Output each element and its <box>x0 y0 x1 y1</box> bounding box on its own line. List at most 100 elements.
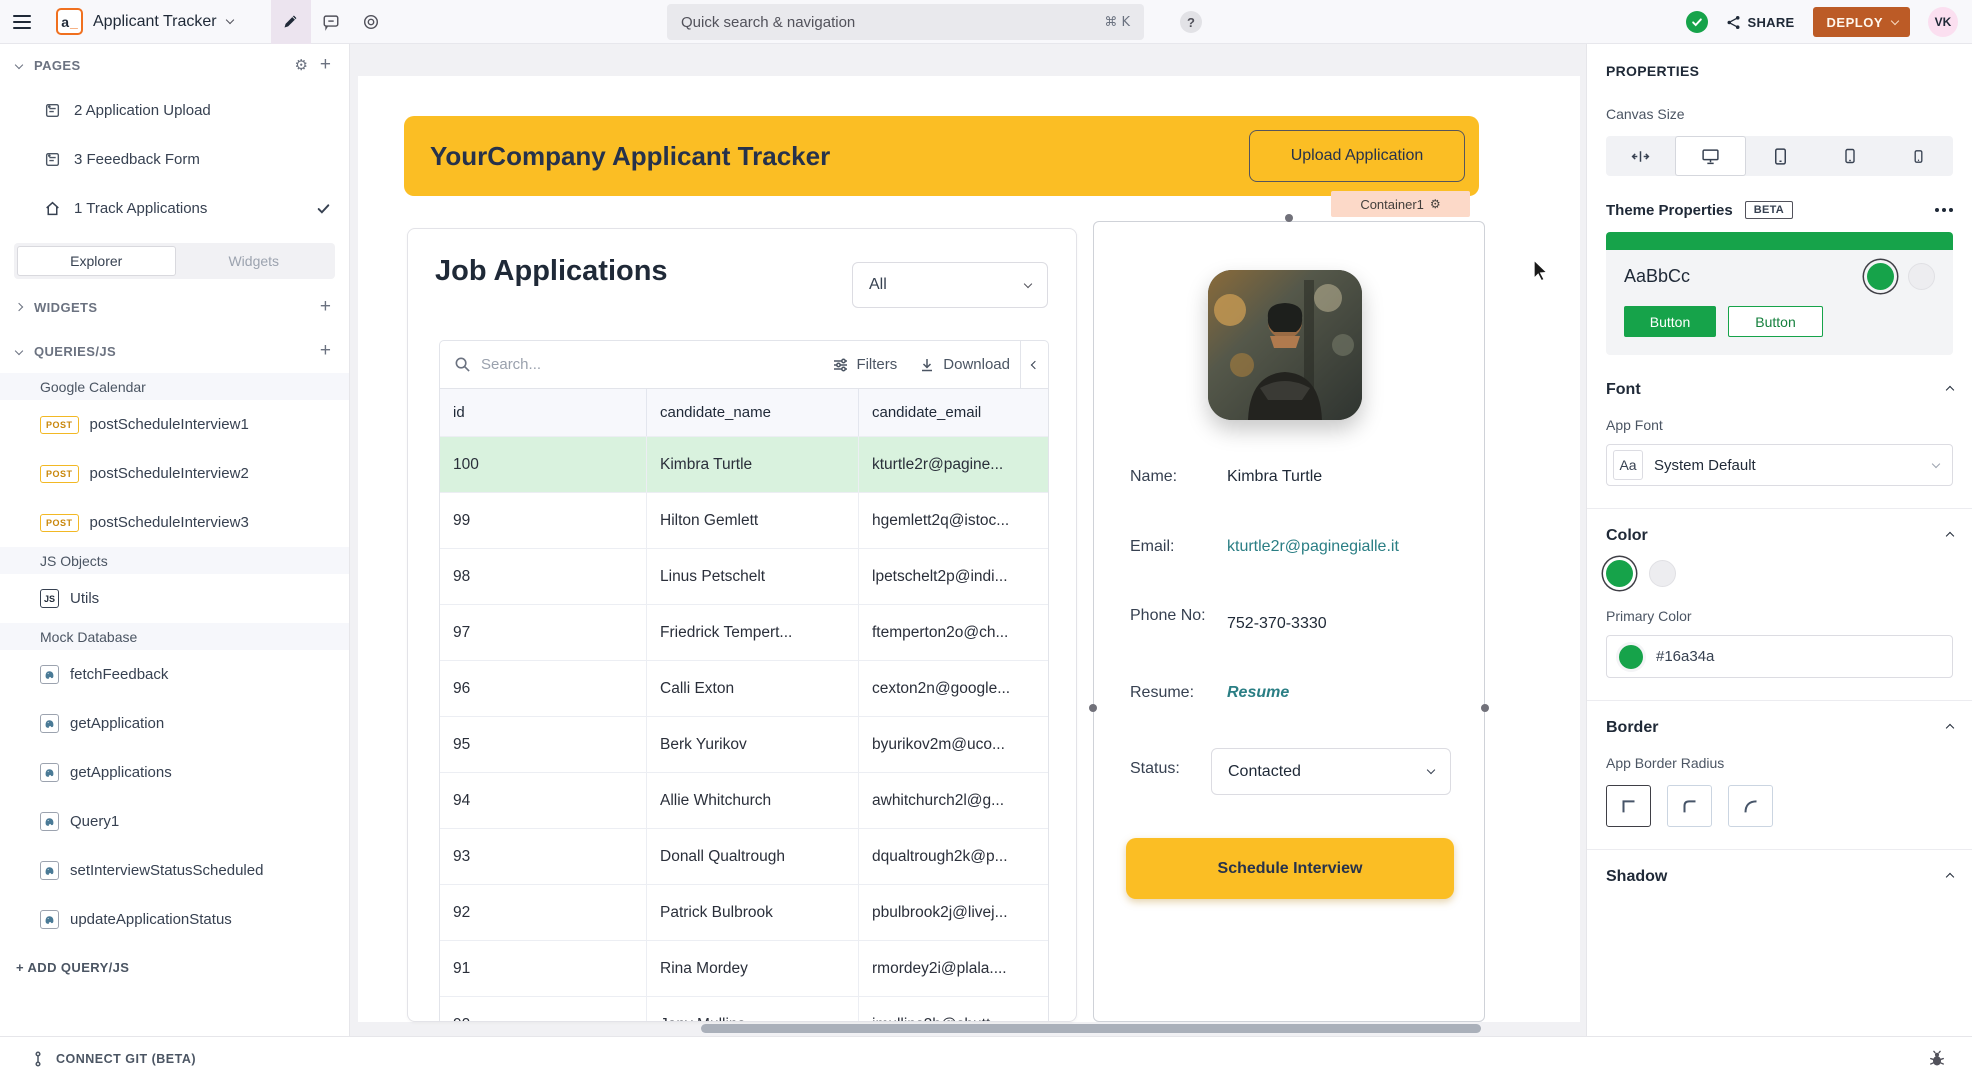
share-button[interactable]: SHARE <box>1726 15 1795 30</box>
border-radius-label: App Border Radius <box>1606 755 1953 771</box>
postgres-icon <box>43 864 56 877</box>
border-radius-round-option[interactable] <box>1728 785 1773 827</box>
download-button[interactable]: Download <box>919 356 1010 373</box>
tablet-large-option[interactable] <box>1746 136 1815 176</box>
desktop-option[interactable] <box>1675 136 1746 176</box>
table-row[interactable]: 91Rina Mordeyrmordey2i@plala.... <box>440 940 1048 996</box>
widget-name-tag[interactable]: Container1 ⚙ <box>1331 191 1470 217</box>
email-link[interactable]: kturtle2r@paginegialle.it <box>1227 538 1399 556</box>
column-header-candidate-email[interactable]: candidate_email <box>859 389 1048 436</box>
header-banner-container[interactable]: YourCompany Applicant Tracker Upload App… <box>404 116 1479 196</box>
status-select[interactable]: Contacted <box>1211 748 1451 795</box>
horizontal-scrollbar[interactable] <box>701 1024 1481 1033</box>
query-item[interactable]: Query1 <box>0 797 349 846</box>
phone-option[interactable] <box>1884 136 1953 176</box>
query-item[interactable]: getApplication <box>0 699 349 748</box>
border-section-header[interactable]: Border <box>1606 719 1953 737</box>
table-row[interactable]: 90Jany Mullinsjmullins2h@shutt... <box>440 996 1048 1021</box>
primary-color-label: Primary Color <box>1606 608 1953 624</box>
query-label: getApplications <box>70 764 172 781</box>
table-row[interactable]: 96Calli Extoncexton2n@google... <box>440 660 1048 716</box>
query-item[interactable]: getApplications <box>0 748 349 797</box>
theme-preview-card[interactable]: AaBbCc Button Button <box>1606 232 1953 355</box>
column-header-candidate-name[interactable]: candidate_name <box>647 389 859 436</box>
collapse-panel-button[interactable] <box>1020 341 1048 388</box>
gear-icon[interactable]: ⚙ <box>1430 197 1441 211</box>
table-row[interactable]: 100Kimbra Turtlekturtle2r@pagine... <box>440 436 1048 492</box>
font-section-header[interactable]: Font <box>1606 381 1953 399</box>
deploy-button[interactable]: DEPLOY <box>1813 7 1910 37</box>
sidebar-page-item[interactable]: 3 Feeedback Form <box>0 135 349 184</box>
view-mode-button[interactable] <box>351 0 391 44</box>
add-widget-button[interactable]: + <box>320 296 331 318</box>
more-menu-icon[interactable] <box>1935 208 1953 212</box>
table-row[interactable]: 97Friedrick Tempert...ftemperton2o@ch... <box>440 604 1048 660</box>
shadow-section-header[interactable]: Shadow <box>1606 868 1953 886</box>
tab-explorer[interactable]: Explorer <box>17 246 176 276</box>
app-logo[interactable]: a_ <box>56 8 83 35</box>
pages-section-header[interactable]: PAGES ⚙ + <box>0 44 349 86</box>
color-swatch-light[interactable] <box>1649 560 1676 587</box>
resize-handle-top[interactable] <box>1285 214 1293 222</box>
resize-handle-right[interactable] <box>1481 704 1489 712</box>
sidebar-page-item[interactable]: 2 Application Upload <box>0 86 349 135</box>
query-item[interactable]: POSTpostScheduleInterview3 <box>0 498 349 547</box>
query-item[interactable]: fetchFeedback <box>0 650 349 699</box>
primary-color-input[interactable]: #16a34a <box>1606 635 1953 678</box>
add-query-js-button[interactable]: + ADD QUERY/JS <box>0 944 349 990</box>
table-row[interactable]: 94Allie Whitchurchawhitchurch2l@g... <box>440 772 1048 828</box>
query-item[interactable]: updateApplicationStatus <box>0 895 349 944</box>
theme-color-swatch-light[interactable] <box>1908 263 1935 290</box>
schedule-interview-button[interactable]: Schedule Interview <box>1126 838 1454 899</box>
fluid-width-option[interactable] <box>1606 136 1675 176</box>
query-label: getApplication <box>70 715 164 732</box>
border-radius-sharp-option[interactable] <box>1606 785 1651 827</box>
query-item[interactable]: POSTpostScheduleInterview2 <box>0 449 349 498</box>
pages-header-label: PAGES <box>34 58 282 73</box>
resume-link[interactable]: Resume <box>1227 684 1289 702</box>
top-bar: a_ Applicant Tracker Quick search & navi… <box>0 0 1972 44</box>
column-header-id[interactable]: id <box>440 389 647 436</box>
table-cell: 97 <box>440 605 647 660</box>
tab-widgets[interactable]: Widgets <box>176 246 333 276</box>
query-item[interactable]: setInterviewStatusScheduled <box>0 846 349 895</box>
tablet-option[interactable] <box>1815 136 1884 176</box>
widgets-section-header[interactable]: WIDGETS + <box>0 285 349 329</box>
postgres-badge <box>40 763 59 782</box>
table-row[interactable]: 93Donall Qualtroughdqualtrough2k@p... <box>440 828 1048 884</box>
debug-bug-icon[interactable] <box>1928 1050 1946 1068</box>
table-row[interactable]: 99Hilton Gemletthgemlett2q@istoc... <box>440 492 1048 548</box>
queries-section-header[interactable]: QUERIES/JS + <box>0 329 349 373</box>
table-search-input[interactable]: Search... <box>481 356 832 373</box>
resize-handle-left[interactable] <box>1089 704 1097 712</box>
upload-application-button[interactable]: Upload Application <box>1249 130 1465 182</box>
app-font-select[interactable]: Aa System Default <box>1606 444 1953 486</box>
field-value: 752-370-3330 <box>1227 615 1327 633</box>
filters-button[interactable]: Filters <box>832 356 897 373</box>
table-row[interactable]: 95Berk Yurikovbyurikov2m@uco... <box>440 716 1048 772</box>
app-title-menu[interactable]: Applicant Tracker <box>93 13 233 31</box>
add-query-button[interactable]: + <box>320 340 331 362</box>
query-item[interactable]: JSUtils <box>0 574 349 623</box>
table-row[interactable]: 98Linus Petscheltlpetschelt2p@indi... <box>440 548 1048 604</box>
theme-color-swatch-green[interactable] <box>1867 263 1894 290</box>
color-swatch-green[interactable] <box>1606 560 1633 587</box>
quick-search-input[interactable]: Quick search & navigation ⌘ K <box>667 4 1144 40</box>
comments-mode-button[interactable] <box>311 0 351 44</box>
edit-mode-button[interactable] <box>271 0 311 44</box>
gear-icon[interactable]: ⚙ <box>294 56 307 74</box>
status-filter-select[interactable]: All <box>852 262 1048 308</box>
connect-git-button[interactable]: CONNECT GIT (BETA) <box>30 1051 196 1067</box>
postgres-badge <box>40 910 59 929</box>
border-radius-medium-option[interactable] <box>1667 785 1712 827</box>
user-avatar[interactable]: VK <box>1928 7 1958 37</box>
color-section-header[interactable]: Color <box>1606 527 1953 545</box>
query-item[interactable]: POSTpostScheduleInterview1 <box>0 400 349 449</box>
table-row[interactable]: 92Patrick Bulbrookpbulbrook2j@livej... <box>440 884 1048 940</box>
add-page-button[interactable]: + <box>320 54 331 76</box>
sidebar-page-item[interactable]: 1 Track Applications <box>0 184 349 233</box>
help-button[interactable]: ? <box>1180 11 1202 33</box>
candidate-detail-container[interactable]: Name: Kimbra Turtle Email: kturtle2r@pag… <box>1093 221 1485 1022</box>
hamburger-menu-icon[interactable] <box>0 0 44 44</box>
table-cell: Donall Qualtrough <box>647 829 859 884</box>
